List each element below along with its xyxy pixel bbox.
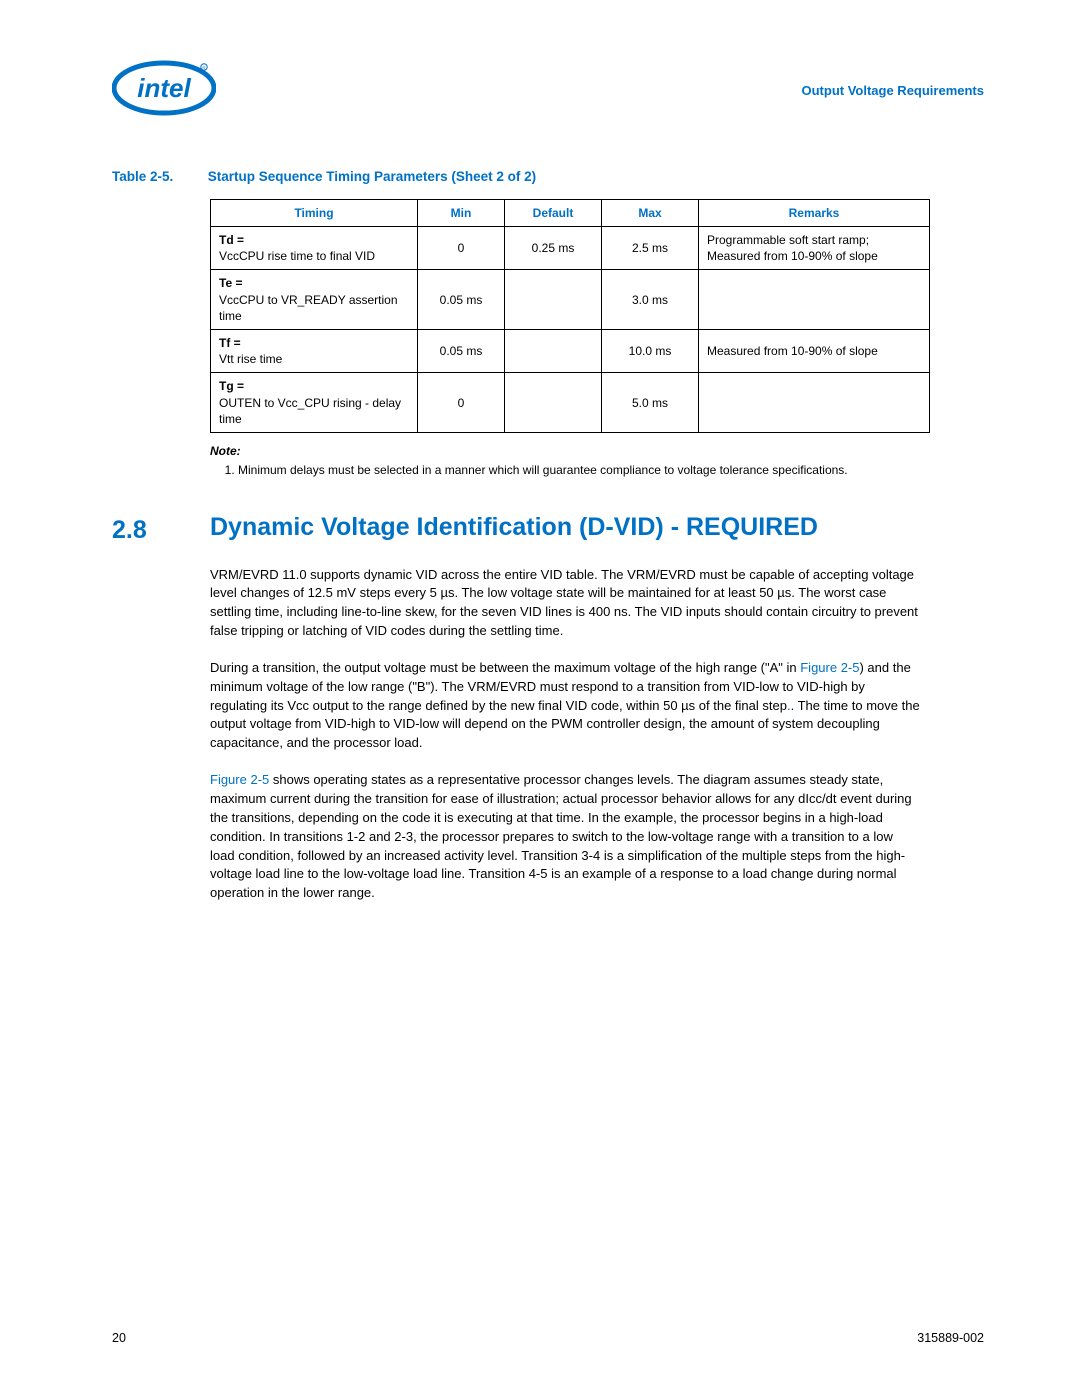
cell-min: 0 bbox=[418, 373, 505, 433]
section-title: Dynamic Voltage Identification (D-VID) -… bbox=[210, 513, 818, 542]
cell-max: 10.0 ms bbox=[602, 330, 699, 373]
figure-ref[interactable]: Figure 2-5 bbox=[800, 660, 859, 675]
cell-default: 0.25 ms bbox=[505, 227, 602, 270]
cell-remarks: Measured from 10-90% of slope bbox=[699, 330, 930, 373]
table-note: Note: Minimum delays must be selected in… bbox=[210, 443, 984, 479]
cell-timing: Tf =Vtt rise time bbox=[211, 330, 418, 373]
figure-ref[interactable]: Figure 2-5 bbox=[210, 772, 269, 787]
cell-timing: Te =VccCPU to VR_READY assertion time bbox=[211, 270, 418, 330]
cell-timing: Td =VccCPU rise time to final VID bbox=[211, 227, 418, 270]
cell-timing: Tg =OUTEN to Vcc_CPU rising - delay time bbox=[211, 373, 418, 433]
paragraph: Figure 2-5 shows operating states as a r… bbox=[210, 771, 920, 903]
page-number: 20 bbox=[112, 1330, 126, 1348]
svg-text:intel: intel bbox=[137, 73, 191, 103]
cell-min: 0 bbox=[418, 227, 505, 270]
cell-min: 0.05 ms bbox=[418, 270, 505, 330]
cell-remarks: Programmable soft start ramp; Measured f… bbox=[699, 227, 930, 270]
section-number: 2.8 bbox=[112, 513, 210, 548]
cell-min: 0.05 ms bbox=[418, 330, 505, 373]
doc-number: 315889-002 bbox=[917, 1330, 984, 1348]
col-min: Min bbox=[418, 199, 505, 226]
body-text: VRM/EVRD 11.0 supports dynamic VID acros… bbox=[210, 566, 920, 904]
col-remarks: Remarks bbox=[699, 199, 930, 226]
table-caption: Table 2-5. Startup Sequence Timing Param… bbox=[112, 168, 984, 187]
table-number: Table 2-5. bbox=[112, 168, 204, 187]
table-row: Tg =OUTEN to Vcc_CPU rising - delay time… bbox=[211, 373, 930, 433]
table-caption-text: Startup Sequence Timing Parameters (Shee… bbox=[208, 169, 536, 184]
table-row: Tf =Vtt rise time 0.05 ms 10.0 ms Measur… bbox=[211, 330, 930, 373]
cell-remarks bbox=[699, 270, 930, 330]
note-heading: Note: bbox=[210, 444, 241, 458]
cell-max: 3.0 ms bbox=[602, 270, 699, 330]
note-item: Minimum delays must be selected in a man… bbox=[238, 462, 984, 479]
cell-remarks bbox=[699, 373, 930, 433]
page: intel R Output Voltage Requirements Tabl… bbox=[0, 0, 1080, 1397]
col-timing: Timing bbox=[211, 199, 418, 226]
startup-timing-table: Timing Min Default Max Remarks Td =VccCP… bbox=[210, 199, 930, 433]
cell-default bbox=[505, 373, 602, 433]
page-footer: 20 315889-002 bbox=[112, 1330, 984, 1348]
paragraph: During a transition, the output voltage … bbox=[210, 659, 920, 753]
table-row: Te =VccCPU to VR_READY assertion time 0.… bbox=[211, 270, 930, 330]
col-default: Default bbox=[505, 199, 602, 226]
page-header: intel R Output Voltage Requirements bbox=[112, 56, 984, 120]
cell-default bbox=[505, 270, 602, 330]
cell-default bbox=[505, 330, 602, 373]
cell-max: 2.5 ms bbox=[602, 227, 699, 270]
cell-max: 5.0 ms bbox=[602, 373, 699, 433]
table-header-row: Timing Min Default Max Remarks bbox=[211, 199, 930, 226]
intel-logo: intel R bbox=[112, 56, 216, 120]
running-title: Output Voltage Requirements bbox=[802, 56, 985, 100]
col-max: Max bbox=[602, 199, 699, 226]
section-heading: 2.8 Dynamic Voltage Identification (D-VI… bbox=[112, 513, 984, 548]
paragraph: VRM/EVRD 11.0 supports dynamic VID acros… bbox=[210, 566, 920, 641]
table-row: Td =VccCPU rise time to final VID 0 0.25… bbox=[211, 227, 930, 270]
